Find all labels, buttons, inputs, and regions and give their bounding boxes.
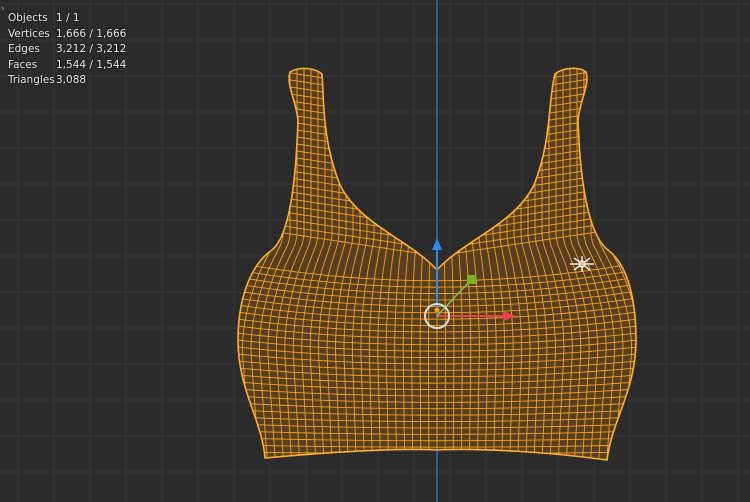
y-handle-icon[interactable] [467,275,476,284]
stat-triangles: Triangles 3,088 [8,73,126,89]
stat-value: 3,212 / 3,212 [56,43,127,55]
stat-faces: Faces 1,544 / 1,544 [8,58,126,74]
stat-objects: Objects 1 / 1 [8,11,126,27]
stat-label: Vertices [8,27,50,40]
origin-dot-icon [434,307,440,313]
statistics-overlay: Objects 1 / 1 Vertices 1,666 / 1,666 Edges… [8,11,126,89]
stat-vertices: Vertices 1,666 / 1,666 [8,27,126,43]
z-arrow-icon[interactable] [432,238,442,250]
chevron-right-icon[interactable]: › [1,4,5,14]
stat-edges: Edges 3,212 / 3,212 [8,42,126,58]
stat-label: Faces [8,58,38,71]
stat-value: 1,666 / 1,666 [56,27,127,40]
stat-label: Triangles [8,74,55,86]
stat-label: Objects [8,12,48,24]
stat-label: Edges [8,43,40,55]
stat-value: 1,544 / 1,544 [56,58,127,71]
stat-value: 3,088 [56,74,87,86]
stat-value: 1 / 1 [56,12,80,24]
